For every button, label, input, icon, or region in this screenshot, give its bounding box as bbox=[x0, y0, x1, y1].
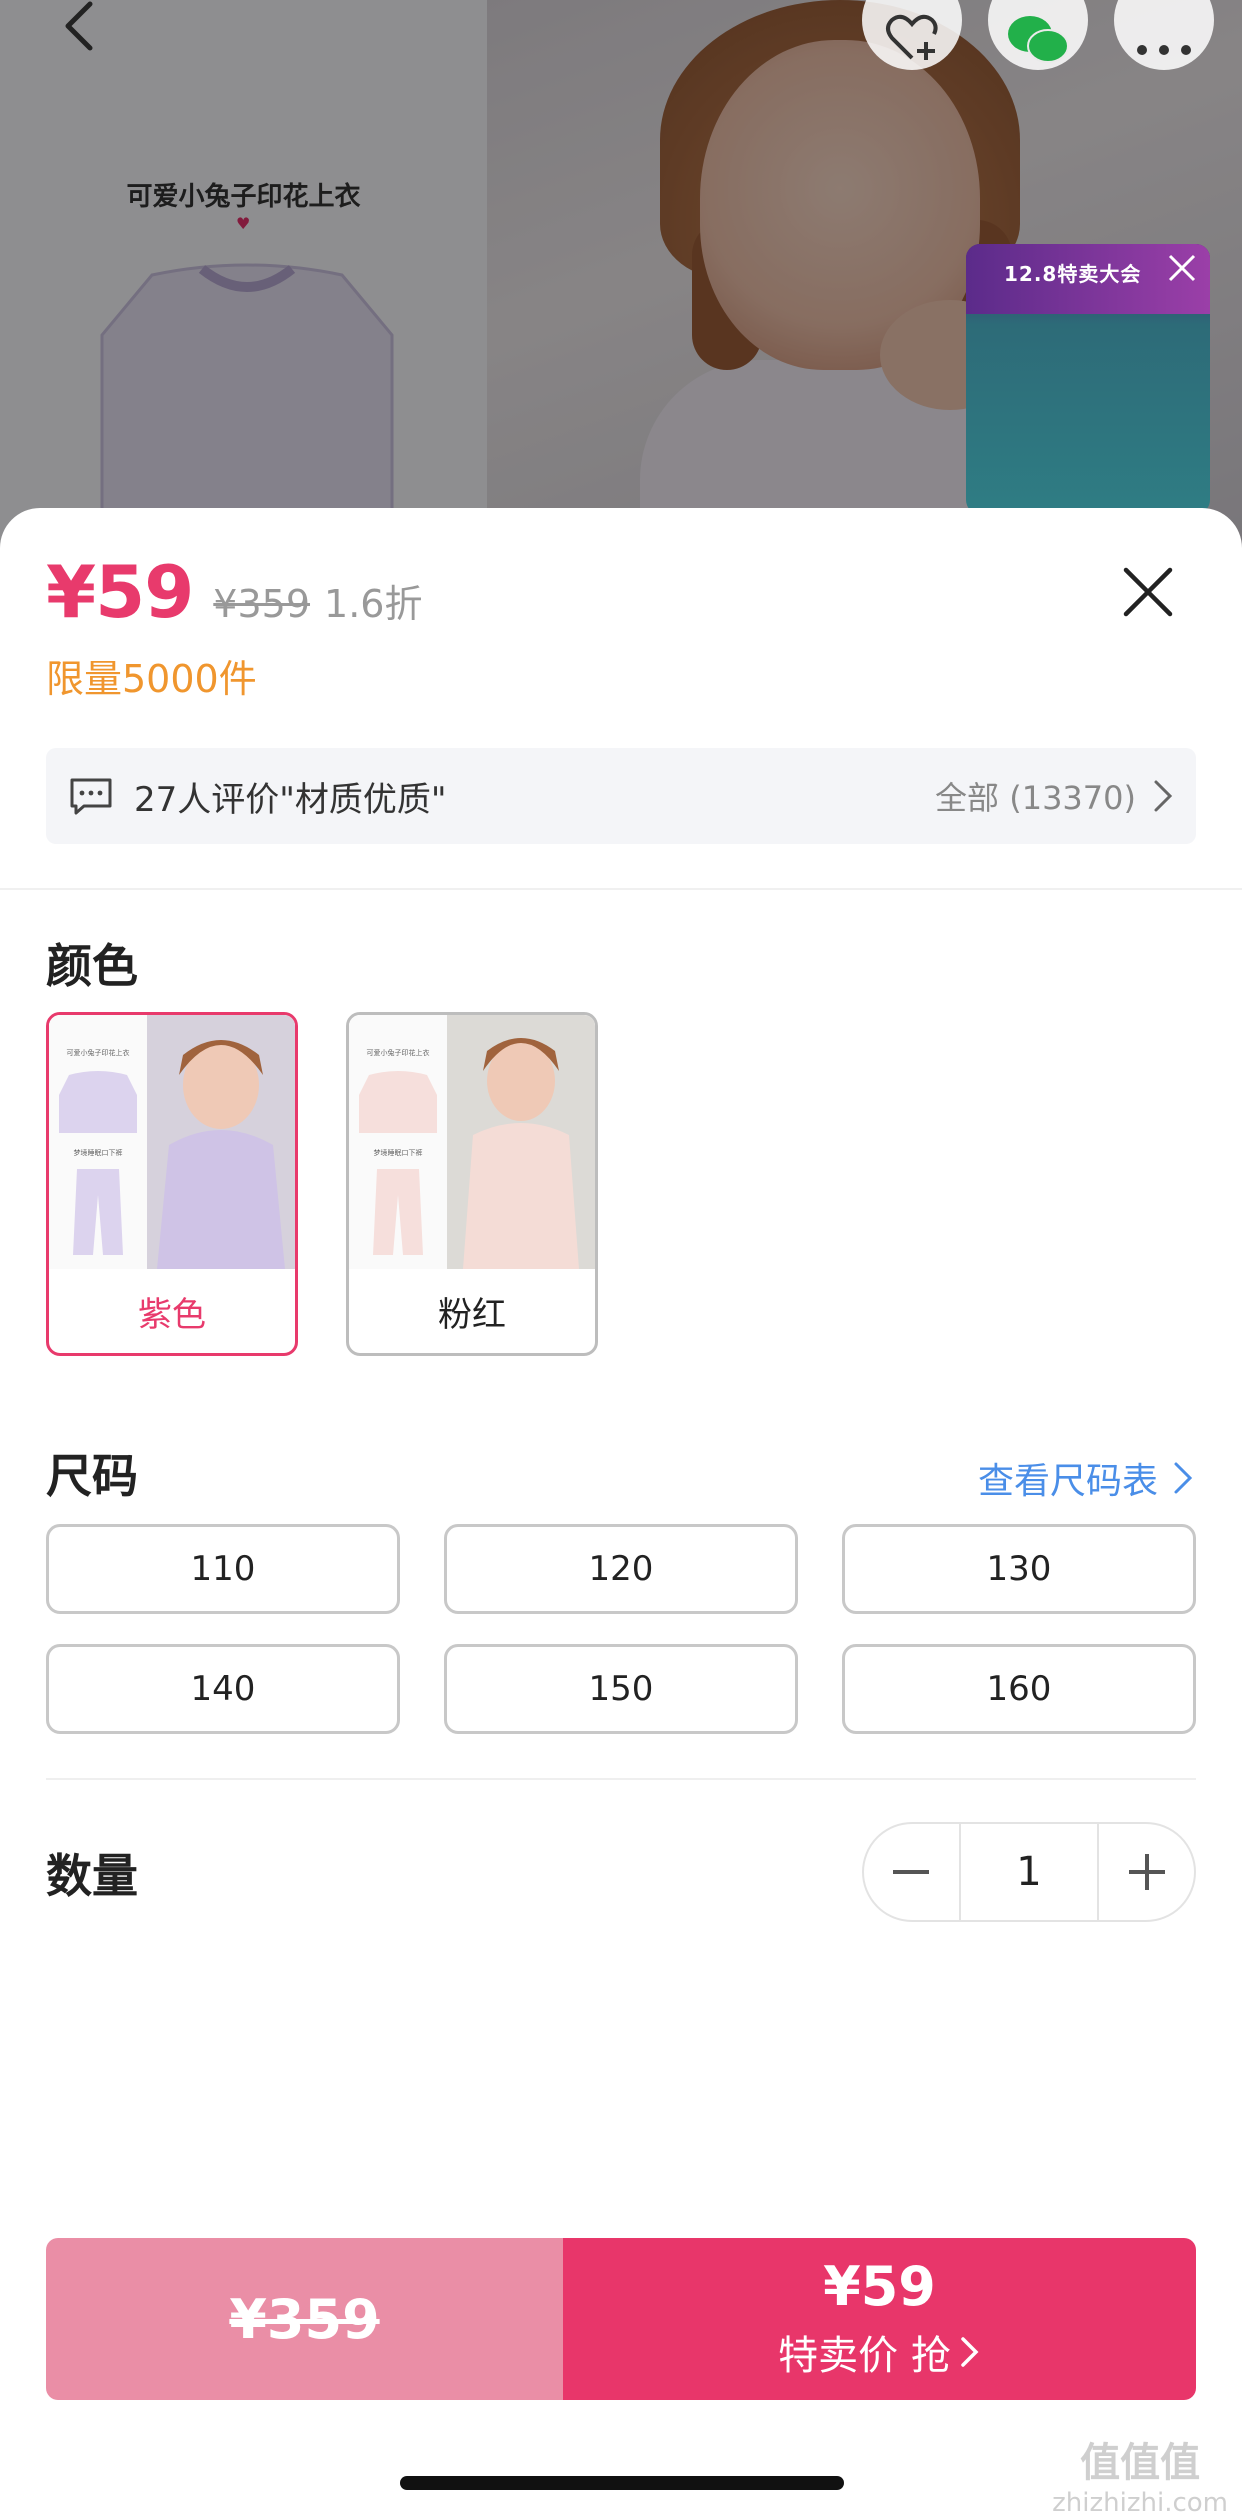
home-indicator[interactable] bbox=[400, 2476, 844, 2490]
quantity-stepper: 1 bbox=[862, 1822, 1196, 1922]
price-row: ¥59 ¥359 1.6折 bbox=[46, 550, 422, 634]
color-thumbnail-purple: 可爱小兔子印花上衣 梦境睡眠口下裤 bbox=[49, 1015, 295, 1269]
back-button[interactable] bbox=[56, 0, 106, 56]
color-option-pink[interactable]: 可爱小兔子印花上衣 梦境睡眠口下裤 粉红 bbox=[346, 1012, 598, 1356]
size-chart-link-label: 查看尺码表 bbox=[977, 1461, 1158, 1502]
color-label-purple: 紫色 bbox=[138, 1294, 206, 1335]
limited-quantity-label: 限量5000件 bbox=[46, 657, 257, 701]
size-option-140[interactable]: 140 bbox=[46, 1644, 400, 1734]
flash-sale-buy-button[interactable]: ¥59 特卖价 抢 bbox=[563, 2238, 1196, 2400]
quantity-section-title: 数量 bbox=[46, 1849, 138, 1903]
current-price: ¥59 bbox=[46, 550, 194, 634]
color-section-title: 颜色 bbox=[46, 939, 138, 993]
svg-text:可爱小兔子印花上衣: 可爱小兔子印花上衣 bbox=[67, 1048, 130, 1057]
comment-icon bbox=[70, 778, 112, 815]
heart-plus-icon bbox=[886, 14, 938, 60]
quantity-value[interactable]: 1 bbox=[958, 1824, 1100, 1920]
original-price-buy-button[interactable]: ¥359 bbox=[46, 2238, 563, 2400]
review-summary-bar[interactable]: 27人评价"材质优质" 全部 (13370) bbox=[46, 748, 1196, 844]
buy-sale-price: ¥59 bbox=[823, 2255, 936, 2319]
review-all-count: 全部 (13370) bbox=[935, 779, 1136, 817]
live-stream-card[interactable]: 12.8特卖大会 bbox=[966, 244, 1210, 514]
decrease-quantity-button[interactable] bbox=[864, 1824, 959, 1920]
watermark-url: zhizhizhi.com bbox=[1052, 2488, 1228, 2518]
more-dots-icon bbox=[1137, 45, 1191, 55]
section-divider bbox=[46, 1778, 1196, 1780]
watermark: 值值值 zhizhizhi.com bbox=[1052, 2430, 1228, 2518]
wechat-icon bbox=[1008, 16, 1069, 63]
size-option-120[interactable]: 120 bbox=[444, 1524, 798, 1614]
watermark-logo: 值值值 bbox=[1080, 2440, 1201, 2486]
review-highlight-text: 27人评价"材质优质" bbox=[134, 779, 447, 820]
size-option-160[interactable]: 160 bbox=[842, 1644, 1196, 1734]
plus-icon bbox=[1128, 1854, 1165, 1890]
sku-selection-sheet: ¥59 ¥359 1.6折 限量5000件 27人评价"材质优质" 全部 (13… bbox=[0, 508, 1242, 2518]
close-icon bbox=[1123, 567, 1173, 617]
size-chart-link[interactable]: 查看尺码表 bbox=[978, 1452, 1196, 1504]
section-divider bbox=[0, 888, 1242, 890]
chevron-right-icon bbox=[1174, 1462, 1193, 1494]
close-sheet-button[interactable] bbox=[1120, 564, 1176, 620]
discount-label: 1.6折 bbox=[324, 582, 423, 626]
screen: 可爱小兔子印花上衣 ♥ 12.8特卖大会 ¥59 ¥359 1.6折 限量500… bbox=[0, 0, 1242, 2518]
svg-text:梦境睡眠口下裤: 梦境睡眠口下裤 bbox=[74, 1148, 123, 1157]
live-card-title: 12.8特卖大会 bbox=[1004, 262, 1142, 286]
size-section-title: 尺码 bbox=[46, 1449, 138, 1503]
original-price: ¥359 bbox=[213, 582, 311, 626]
minus-icon bbox=[893, 1870, 930, 1874]
size-option-130[interactable]: 130 bbox=[842, 1524, 1196, 1614]
buy-label-text: 特卖价 抢 bbox=[778, 2332, 951, 2379]
size-option-110[interactable]: 110 bbox=[46, 1524, 400, 1614]
color-option-purple[interactable]: 可爱小兔子印花上衣 梦境睡眠口下裤 紫色 bbox=[46, 1012, 298, 1356]
chevron-right-icon bbox=[961, 2336, 979, 2367]
size-option-150[interactable]: 150 bbox=[444, 1644, 798, 1734]
chevron-left-icon bbox=[65, 1, 93, 51]
product-gallery-background: 可爱小兔子印花上衣 ♥ 12.8特卖大会 bbox=[0, 0, 1242, 560]
svg-text:可爱小兔子印花上衣: 可爱小兔子印花上衣 bbox=[367, 1048, 430, 1057]
svg-text:梦境睡眠口下裤: 梦境睡眠口下裤 bbox=[374, 1148, 423, 1157]
color-label-pink: 粉红 bbox=[438, 1294, 506, 1335]
chevron-right-icon bbox=[1154, 780, 1173, 812]
buy-original-price: ¥359 bbox=[229, 2287, 380, 2351]
buy-label-row: 特卖价 抢 bbox=[778, 2323, 981, 2381]
increase-quantity-button[interactable] bbox=[1099, 1824, 1194, 1920]
color-thumbnail-pink: 可爱小兔子印花上衣 梦境睡眠口下裤 bbox=[349, 1015, 595, 1269]
live-card-close-icon[interactable] bbox=[1160, 246, 1204, 290]
